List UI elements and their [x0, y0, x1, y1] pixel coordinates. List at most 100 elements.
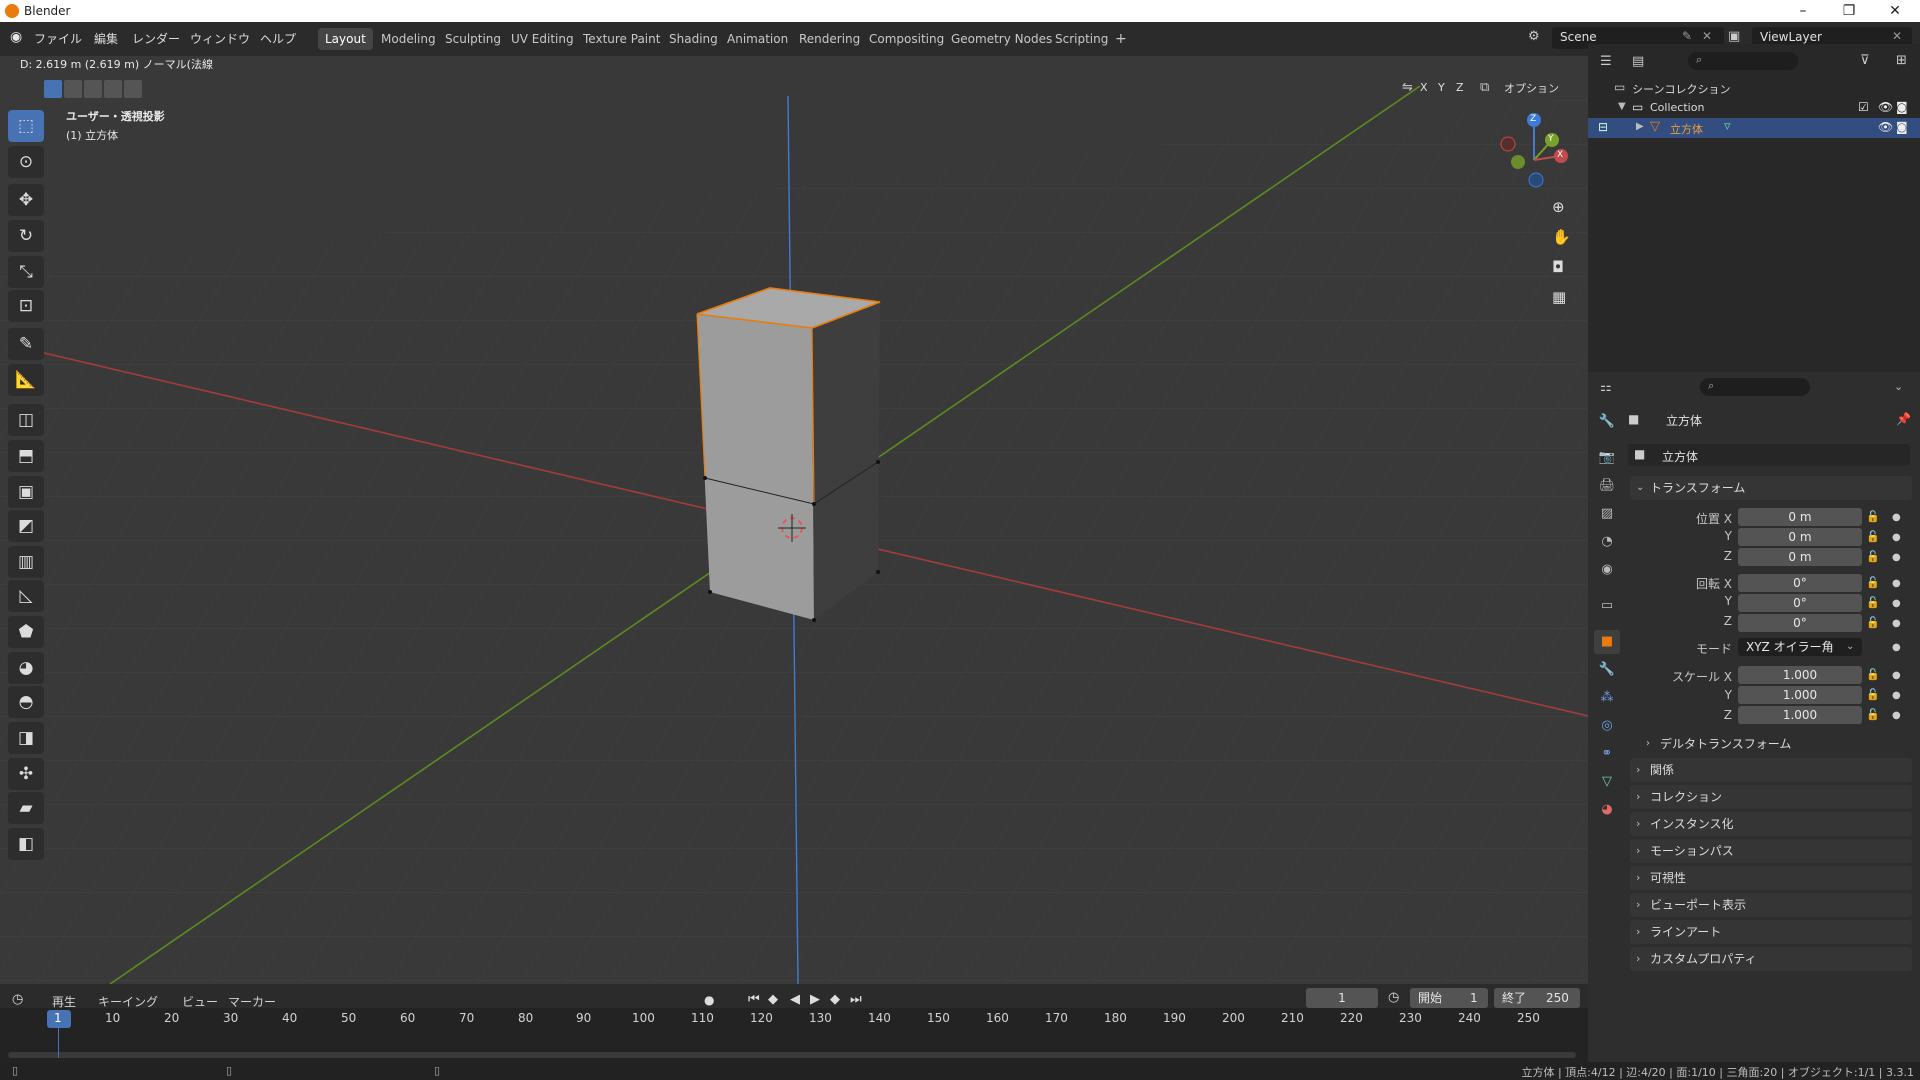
spin-tool-icon[interactable]: ◕ [8, 652, 44, 684]
rotation-x-field[interactable]: 0° [1738, 574, 1862, 592]
camera-render-icon[interactable]: ◙ [1896, 120, 1908, 134]
eye-icon[interactable]: 👁 [1878, 100, 1893, 114]
scale-y-field[interactable]: 1.000 [1738, 686, 1862, 704]
outliner-search-input[interactable]: ⌕ [1688, 52, 1798, 70]
keyframe-dot-icon[interactable]: ● [1892, 578, 1901, 589]
menu-edit[interactable]: 編集 [94, 30, 118, 47]
close-icon[interactable]: ✕ [1872, 0, 1918, 22]
close-icon[interactable]: ✕ [1702, 29, 1712, 43]
tab-rendering[interactable]: Rendering [792, 28, 867, 50]
new-collection-icon[interactable]: ⊞ [1896, 53, 1907, 68]
clock-icon[interactable]: ◷ [1388, 990, 1399, 1005]
collection-label[interactable]: Collection [1650, 101, 1704, 114]
lock-icon[interactable]: 🔓 [1866, 616, 1880, 629]
bevel-tool-icon[interactable]: ◩ [8, 510, 44, 542]
keyframe-dot-icon[interactable]: ● [1892, 532, 1901, 543]
mirror-axis-x[interactable]: X [1420, 81, 1428, 94]
line-art-section[interactable]: › ラインアート [1630, 920, 1912, 944]
jump-start-icon[interactable]: ⏮ [748, 992, 760, 1007]
tab-modeling[interactable]: Modeling [374, 28, 443, 50]
play-icon[interactable]: ▶ [810, 992, 820, 1007]
move-tool-icon[interactable]: ✥ [8, 184, 44, 216]
properties-search-input[interactable]: ⌕ [1700, 378, 1810, 396]
object-label[interactable]: 立方体 [1670, 121, 1703, 137]
keyframe-dot-icon[interactable]: ● [1892, 552, 1901, 563]
rotation-y-field[interactable]: 0° [1738, 594, 1862, 612]
location-x-field[interactable]: 0 m [1738, 508, 1862, 526]
play-reverse-icon[interactable]: ◀ [790, 992, 800, 1007]
shear-tool-icon[interactable]: ▰ [8, 792, 44, 824]
object-name-field[interactable]: ■ 立方体 [1628, 444, 1910, 466]
keyframe-dot-icon[interactable]: ● [1892, 642, 1901, 653]
keyframe-dot-icon[interactable]: ● [1892, 690, 1901, 701]
record-icon[interactable]: ● [704, 993, 714, 1007]
measure-tool-icon[interactable]: 📐 [8, 364, 44, 396]
lock-icon[interactable]: 🔓 [1866, 708, 1880, 721]
extrude-tool-icon[interactable]: ⬒ [8, 440, 44, 472]
visibility-section[interactable]: › 可視性 [1630, 866, 1912, 890]
pin-icon[interactable]: 📌 [1896, 412, 1911, 426]
outliner-editor-icon[interactable]: ☰ [1600, 54, 1612, 69]
material-tab-icon[interactable]: ◕ [1594, 798, 1620, 822]
select-extend-icon[interactable] [64, 80, 82, 98]
timeline-editor-icon[interactable]: ◷ [12, 992, 23, 1007]
tab-texture-paint[interactable]: Texture Paint [576, 28, 667, 50]
rotation-mode-dropdown[interactable]: XYZ オイラー角 ⌄ [1738, 638, 1862, 656]
smooth-tool-icon[interactable]: ◓ [8, 686, 44, 718]
select-subtract-icon[interactable] [84, 80, 102, 98]
knife-tool-icon[interactable]: ◺ [8, 580, 44, 612]
checkbox-icon[interactable]: ☑ [1858, 100, 1869, 114]
keyframe-dot-icon[interactable]: ● [1892, 710, 1901, 721]
relations-section[interactable]: › 関係 [1630, 758, 1912, 782]
chevron-right-icon[interactable]: ▶ [1636, 121, 1644, 132]
location-z-field[interactable]: 0 m [1738, 548, 1862, 566]
prev-keyframe-icon[interactable]: ◆ [768, 992, 778, 1007]
keyframe-dot-icon[interactable]: ● [1892, 670, 1901, 681]
rip-region-tool-icon[interactable]: ◧ [8, 828, 44, 860]
mirror-icon[interactable]: ⇋ [1402, 80, 1413, 95]
output-tab-icon[interactable]: 🖨 [1594, 474, 1620, 498]
chevron-down-icon[interactable]: ▼ [1618, 101, 1626, 112]
menu-render[interactable]: レンダー [132, 30, 180, 47]
hand-pan-icon[interactable]: ✋ [1552, 228, 1571, 246]
display-mode-icon[interactable]: ▤ [1632, 54, 1644, 69]
transform-tool-icon[interactable]: ⊡ [8, 290, 44, 322]
3d-viewport[interactable]: Z Y X ⊕ ✋ ◘ ▦ [0, 56, 1588, 984]
constraints-tab-icon[interactable]: ⚭ [1594, 742, 1620, 766]
tab-layout[interactable]: Layout [318, 28, 373, 50]
lock-icon[interactable]: 🔓 [1866, 668, 1880, 681]
tab-geometry-nodes[interactable]: Geometry Nodes [944, 28, 1059, 50]
cursor-tool-icon[interactable]: ⊙ [8, 146, 44, 178]
data-tab-icon[interactable]: ▽ [1594, 770, 1620, 794]
keyframe-dot-icon[interactable]: ● [1892, 598, 1901, 609]
location-y-field[interactable]: 0 m [1738, 528, 1862, 546]
start-frame-field[interactable]: 開始 1 [1410, 988, 1488, 1008]
options-dropdown[interactable]: オプション [1504, 80, 1559, 96]
properties-editor-icon[interactable]: ⚏ [1600, 380, 1612, 395]
motion-paths-section[interactable]: › モーションパス [1630, 839, 1912, 863]
pin-icon[interactable]: ✎ [1682, 29, 1692, 43]
scale-tool-icon[interactable]: ⤡ [8, 256, 44, 288]
viewport-display-section[interactable]: › ビューポート表示 [1630, 893, 1912, 917]
lock-icon[interactable]: 🔓 [1866, 596, 1880, 609]
lock-icon[interactable]: 🔓 [1866, 688, 1880, 701]
tab-animation[interactable]: Animation [720, 28, 795, 50]
lock-icon[interactable]: 🔓 [1866, 510, 1880, 523]
grid-perspective-icon[interactable]: ▦ [1552, 288, 1566, 306]
outliner-row-cube[interactable]: ⊟ ▶ ▽ 立方体 ▿ 👁 ◙ [1588, 118, 1920, 138]
mirror-axis-y[interactable]: Y [1438, 81, 1445, 94]
rotate-tool-icon[interactable]: ↻ [8, 220, 44, 252]
view-layer-icon[interactable]: ▣ [1728, 29, 1740, 44]
end-frame-field[interactable]: 終了 250 [1494, 988, 1580, 1008]
snap-icon[interactable]: ⧉ [1480, 80, 1489, 95]
collections-section[interactable]: › コレクション [1630, 785, 1912, 809]
next-keyframe-icon[interactable]: ◆ [830, 992, 840, 1007]
menu-window[interactable]: ウィンドウ [190, 30, 250, 47]
custom-properties-section[interactable]: › カスタムプロパティ [1630, 947, 1912, 971]
select-box-icon[interactable] [44, 80, 62, 98]
add-workspace-button[interactable]: + [1108, 28, 1134, 50]
rotation-z-field[interactable]: 0° [1738, 614, 1862, 632]
add-cube-tool-icon[interactable]: ◫ [8, 404, 44, 436]
current-frame-field[interactable]: 1 [1306, 988, 1378, 1008]
lock-icon[interactable]: 🔓 [1866, 576, 1880, 589]
